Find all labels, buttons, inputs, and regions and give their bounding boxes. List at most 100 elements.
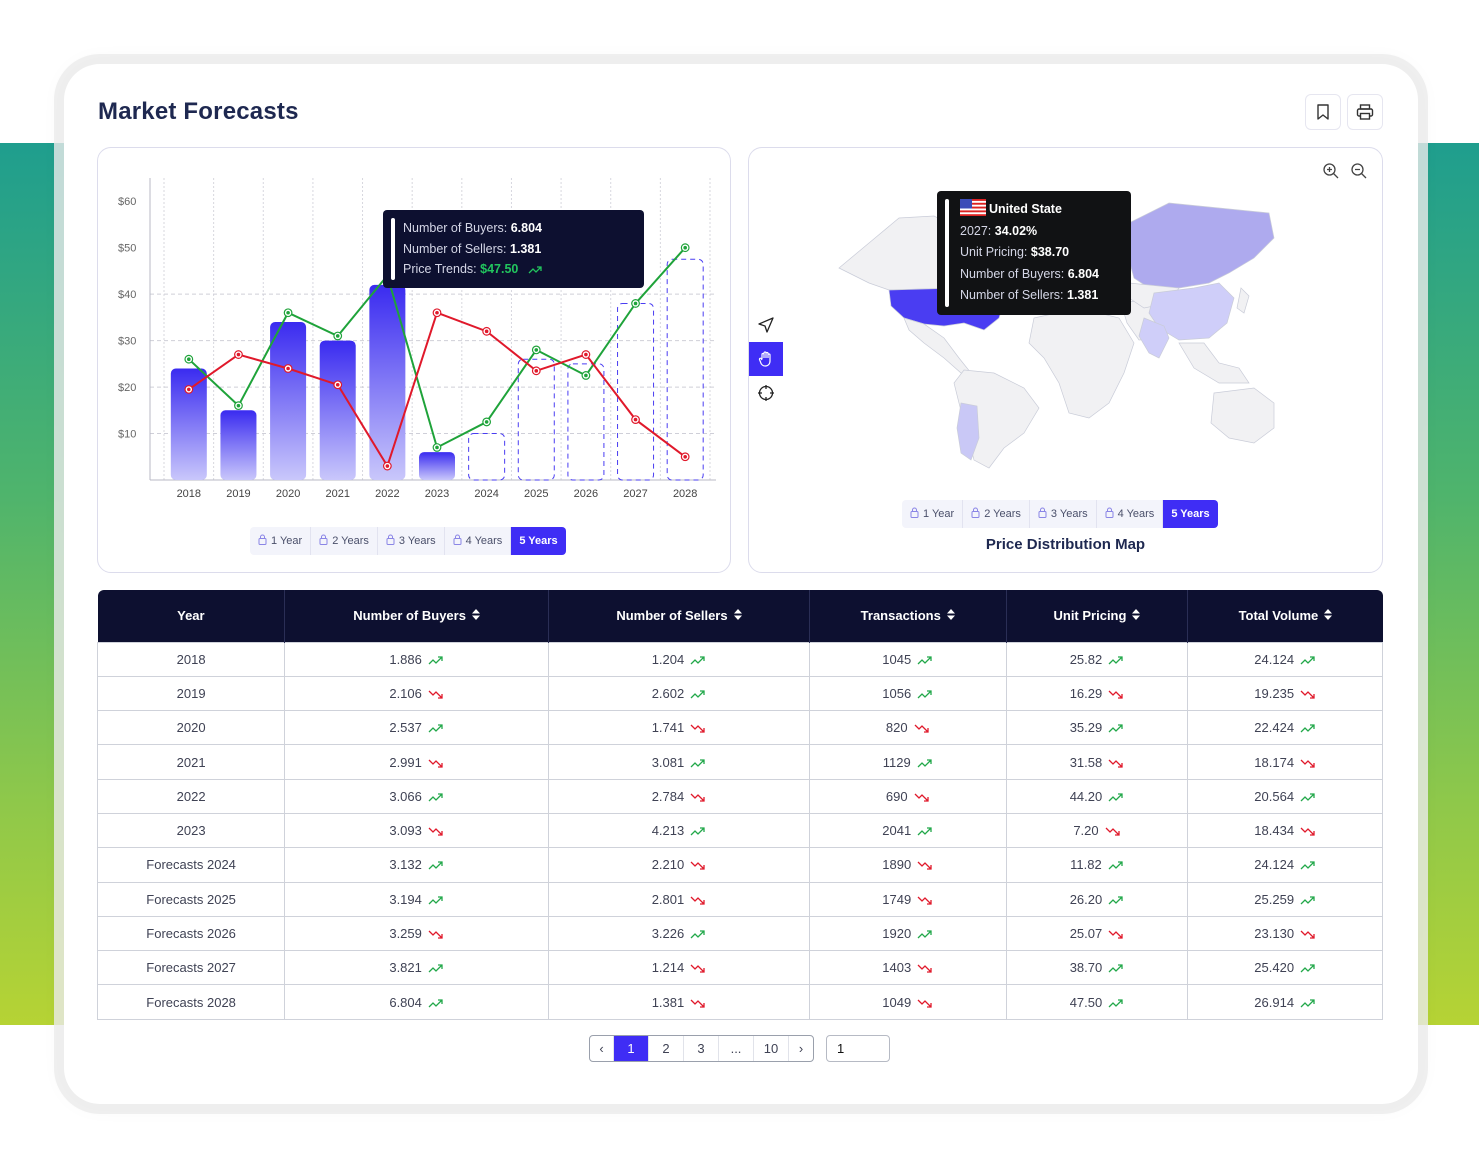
trend-up-icon bbox=[1300, 793, 1315, 802]
column-header-number-of-buyers[interactable]: Number of Buyers bbox=[284, 590, 550, 642]
cell-unit-pricing: 25.07 bbox=[1005, 915, 1189, 952]
trend-up-icon bbox=[1300, 896, 1315, 905]
trend-down-icon bbox=[428, 759, 443, 768]
cell-unit-pricing: 38.70 bbox=[1005, 950, 1189, 986]
trend-up-icon bbox=[690, 827, 705, 836]
cell-transactions: 1129 bbox=[808, 744, 1007, 780]
trend-down-icon bbox=[1300, 759, 1315, 768]
cell-unit-pricing: 26.20 bbox=[1005, 881, 1189, 917]
map-period-1[interactable]: 1 Year bbox=[902, 500, 964, 528]
cell-value: 690 bbox=[885, 788, 908, 804]
cell-value: 1749 bbox=[882, 891, 912, 907]
cell-value: 24.124 bbox=[1254, 651, 1295, 667]
table-row: Forecasts 2025 3.194 2.801 1749 26.20 25.259 bbox=[96, 881, 1383, 917]
trend-up-icon bbox=[1108, 896, 1123, 905]
cell-unit-pricing: 31.58 bbox=[1005, 744, 1189, 780]
cell-value: 16.29 bbox=[1069, 685, 1103, 701]
cell-value: 1049 bbox=[882, 994, 912, 1010]
cell-total-volume: 20.564 bbox=[1187, 778, 1383, 814]
chart-period-5[interactable]: 5 Years bbox=[511, 527, 566, 555]
trend-up-icon bbox=[428, 724, 443, 733]
trend-down-icon bbox=[1108, 690, 1123, 699]
lock-icon bbox=[319, 534, 328, 548]
cell-year: 2022 bbox=[96, 778, 286, 814]
cell-value: 20.564 bbox=[1254, 788, 1295, 804]
map-period-3[interactable]: 3 Years bbox=[1030, 500, 1097, 528]
cell-transactions: 1403 bbox=[808, 950, 1007, 986]
cell-value: 3.194 bbox=[389, 891, 422, 907]
cell-number-of-buyers: 6.804 bbox=[284, 984, 550, 1020]
goto-page-input[interactable] bbox=[826, 1035, 890, 1062]
column-header-total-volume[interactable]: Total Volume bbox=[1187, 590, 1383, 642]
page-button-10[interactable]: 10 bbox=[754, 1036, 789, 1061]
sort-icon[interactable] bbox=[946, 609, 955, 623]
trend-up-icon bbox=[428, 999, 443, 1008]
tooltip-map-buyers-value: 6.804 bbox=[1067, 266, 1099, 281]
trend-up-icon bbox=[1108, 793, 1123, 802]
print-button[interactable] bbox=[1347, 94, 1383, 130]
cell-unit-pricing: 25.82 bbox=[1005, 641, 1189, 677]
column-header-number-of-sellers[interactable]: Number of Sellers bbox=[548, 590, 810, 642]
cell-transactions: 820 bbox=[808, 710, 1007, 746]
sort-icon[interactable] bbox=[471, 609, 480, 623]
cell-year: Forecasts 2025 bbox=[96, 881, 286, 917]
map-period-4[interactable]: 4 Years bbox=[1097, 500, 1164, 528]
cell-number-of-buyers: 2.537 bbox=[284, 710, 550, 746]
sort-icon[interactable] bbox=[1324, 609, 1333, 623]
cell-number-of-buyers: 3.259 bbox=[284, 915, 550, 952]
forecast-table: Year Number of Buyers Number of Sellers Tra… bbox=[96, 590, 1383, 1020]
cell-unit-pricing: 7.20 bbox=[1005, 812, 1189, 849]
sort-icon[interactable] bbox=[733, 609, 742, 623]
cell-number-of-sellers: 4.213 bbox=[548, 812, 810, 849]
map-period-5[interactable]: 5 Years bbox=[1163, 500, 1218, 528]
cell-transactions: 1049 bbox=[808, 984, 1007, 1020]
tooltip-map-sellers-label: Number of Sellers: bbox=[960, 288, 1064, 302]
cell-year: 2020 bbox=[96, 710, 286, 746]
trend-down-icon bbox=[917, 999, 932, 1008]
next-page-button[interactable]: › bbox=[789, 1036, 813, 1061]
sort-icon[interactable] bbox=[1132, 609, 1141, 623]
table-row: Forecasts 2026 3.259 3.226 1920 25.07 23.130 bbox=[96, 915, 1383, 952]
cell-value: 1403 bbox=[882, 960, 912, 976]
trend-up-icon bbox=[428, 861, 443, 870]
table-row: 2019 2.106 2.602 1056 16.29 19.235 bbox=[96, 675, 1383, 712]
cell-year: Forecasts 2024 bbox=[96, 847, 286, 883]
page-button-1[interactable]: 1 bbox=[614, 1036, 649, 1061]
lock-icon bbox=[910, 507, 919, 521]
bar-forecast-2025 bbox=[517, 358, 555, 481]
cell-value: 11.82 bbox=[1070, 857, 1102, 873]
cell-total-volume: 22.424 bbox=[1187, 710, 1383, 746]
chart-period-4[interactable]: 4 Years bbox=[445, 527, 512, 555]
column-header-transactions[interactable]: Transactions bbox=[809, 590, 1007, 642]
cell-total-volume: 19.235 bbox=[1187, 675, 1383, 712]
buyers-point-dot bbox=[435, 445, 439, 450]
x-tick-label: 2024 bbox=[474, 488, 498, 500]
y-tick-label: $40 bbox=[118, 289, 136, 301]
cell-transactions: 690 bbox=[808, 778, 1007, 814]
sellers-point-dot bbox=[584, 352, 588, 357]
map-region-africa bbox=[1028, 307, 1135, 419]
page-button-2[interactable]: 2 bbox=[649, 1036, 684, 1061]
trend-down-icon bbox=[917, 862, 932, 871]
table-body: 2018 1.886 1.204 1045 25.82 24.124 2019 2.106 2.… bbox=[96, 641, 1383, 1020]
chart-period-3[interactable]: 3 Years bbox=[378, 527, 445, 555]
y-tick-label: $30 bbox=[118, 336, 136, 348]
cell-value: 1.741 bbox=[651, 720, 685, 736]
y-tick-label: $50 bbox=[118, 243, 136, 255]
forecast-chart: $10 $20 $30 $40 $50 $60 2018 2019 2020 2021 2022 20… bbox=[118, 178, 716, 500]
table-row: Forecasts 2024 3.132 2.210 1890 11.82 24.124 bbox=[96, 847, 1383, 883]
prev-page-button[interactable]: ‹ bbox=[590, 1036, 614, 1061]
print-icon bbox=[1356, 104, 1374, 120]
cell-value: 24.124 bbox=[1254, 857, 1295, 873]
page-button-3[interactable]: 3 bbox=[684, 1036, 719, 1061]
chart-period-2[interactable]: 2 Years bbox=[311, 527, 378, 555]
cell-value: 1920 bbox=[882, 926, 912, 942]
page-ellipsis[interactable]: ... bbox=[719, 1036, 754, 1061]
table-row: 2018 1.886 1.204 1045 25.82 24.124 bbox=[96, 641, 1383, 677]
map-period-2[interactable]: 2 Years bbox=[963, 500, 1030, 528]
column-header-unit-pricing[interactable]: Unit Pricing bbox=[1006, 590, 1189, 642]
chart-period-1[interactable]: 1 Year bbox=[250, 527, 312, 555]
cell-number-of-sellers: 3.081 bbox=[548, 744, 810, 780]
cell-value: 18.174 bbox=[1254, 754, 1295, 770]
bookmark-button[interactable] bbox=[1305, 94, 1341, 130]
